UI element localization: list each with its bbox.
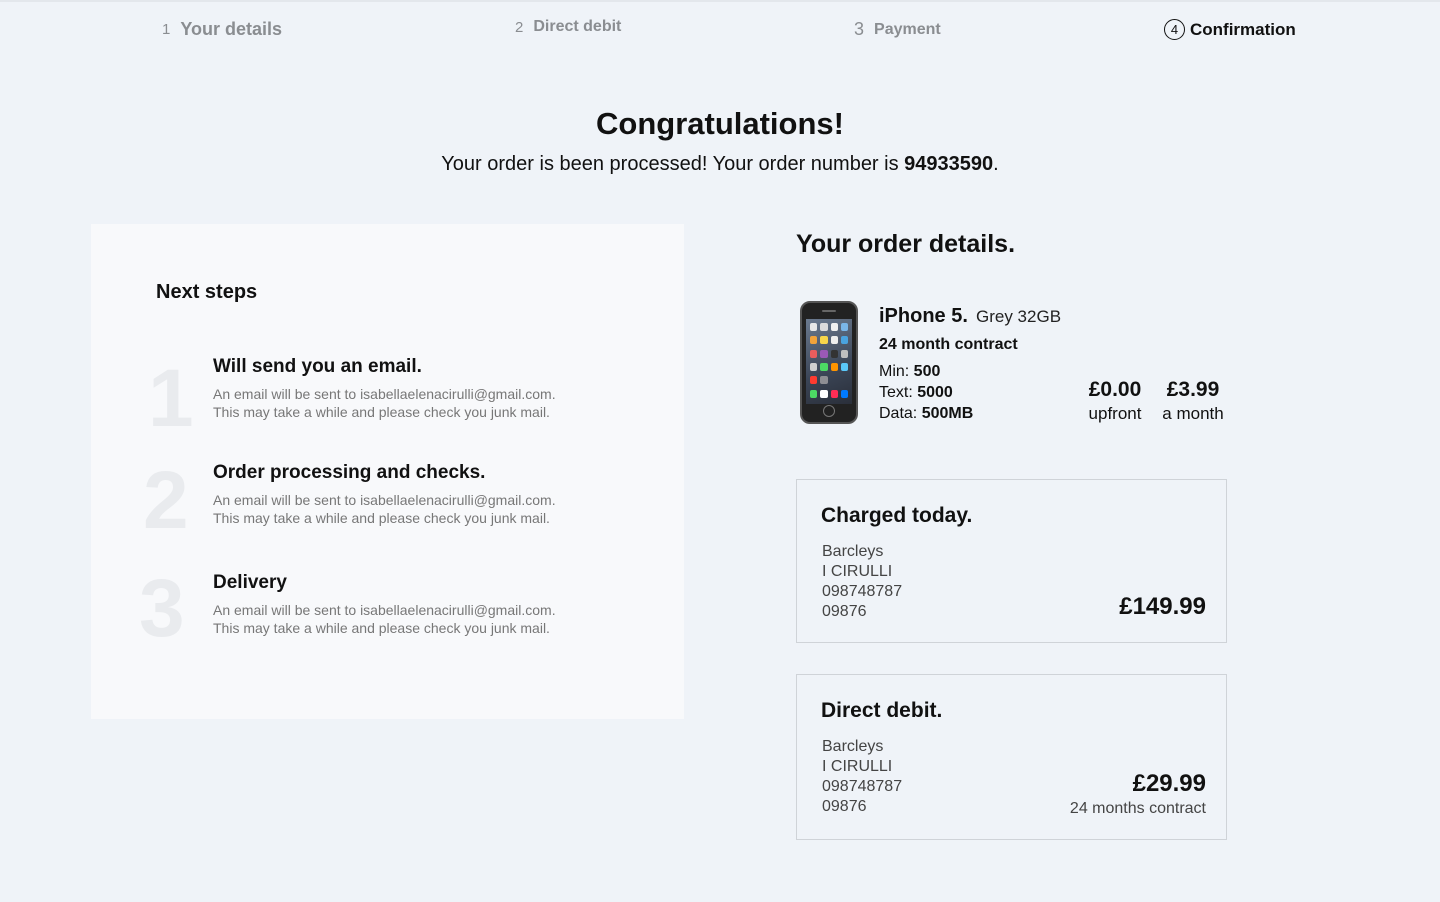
step-number: 2 xyxy=(515,18,524,36)
spec-texts: Text: 5000 xyxy=(879,384,953,402)
spec-label: Min: xyxy=(879,363,914,380)
description-line: An email will be sent to isabellaelenaci… xyxy=(213,492,556,508)
account-number: 098748787 xyxy=(822,778,903,795)
order-number: 94933590 xyxy=(904,153,994,175)
next-steps-panel: Next steps 1 Will send you an email. An … xyxy=(91,224,684,719)
direct-debit-amount: £29.99 xyxy=(1132,770,1206,797)
page-title: Congratulations! xyxy=(596,106,844,141)
charged-today-card: Charged today. Barcleys I CIRULLI 098748… xyxy=(796,479,1227,643)
description-line: This may take a while and please check y… xyxy=(213,404,550,420)
step-number-circle-icon: 4 xyxy=(1164,19,1185,40)
spec-value: 500 xyxy=(913,363,941,380)
contract-note: 24 months contract xyxy=(1069,800,1206,817)
step-label: Your details xyxy=(180,19,283,39)
next-step-heading: Order processing and checks. xyxy=(213,462,486,483)
contract-length: 24 month contract xyxy=(879,336,1018,353)
step-number-large: 2 xyxy=(143,455,189,546)
account-holder: I CIRULLI xyxy=(822,563,893,580)
step-label: Confirmation xyxy=(1190,19,1296,39)
next-step-item: 1 Will send you an email. An email will … xyxy=(91,356,684,446)
message-text: Your order is been processed! Your order… xyxy=(441,153,905,175)
price-amount: £3.99 xyxy=(1166,378,1220,401)
description-line: An email will be sent to isabellaelenaci… xyxy=(213,602,556,618)
description-line: An email will be sent to isabellaelenaci… xyxy=(213,386,556,402)
home-button-icon xyxy=(823,405,835,417)
account-number: 098748787 xyxy=(822,583,903,600)
next-step-description: An email will be sent to isabellaelenaci… xyxy=(213,491,633,527)
order-details-title: Your order details. xyxy=(796,230,1016,258)
phone-speaker xyxy=(822,310,836,312)
step-number-large: 3 xyxy=(139,563,185,654)
spec-label: Data: xyxy=(879,405,922,422)
sort-code: 09876 xyxy=(822,798,867,815)
step-label: Direct debit xyxy=(533,18,622,35)
description-line: This may take a while and please check y… xyxy=(213,510,550,526)
next-step-item: 2 Order processing and checks. An email … xyxy=(91,455,684,552)
card-title: Direct debit. xyxy=(821,699,943,722)
next-step-heading: Will send you an email. xyxy=(213,356,422,377)
top-divider xyxy=(0,0,1440,2)
next-step-heading: Delivery xyxy=(213,572,287,593)
account-holder: I CIRULLI xyxy=(822,758,893,775)
direct-debit-card: Direct debit. Barcleys I CIRULLI 0987487… xyxy=(796,674,1227,840)
spec-value: 5000 xyxy=(917,384,953,401)
product-variant: Grey 32GB xyxy=(976,307,1062,326)
price-caption: upfront xyxy=(1088,404,1142,423)
charged-amount: £149.99 xyxy=(1119,593,1206,620)
bank-name: Barcleys xyxy=(822,543,884,560)
step-your-details[interactable]: 1 Your details xyxy=(162,19,282,40)
step-number: 3 xyxy=(854,19,865,39)
price-caption: a month xyxy=(1162,404,1224,423)
next-step-description: An email will be sent to isabellaelenaci… xyxy=(213,385,633,421)
order-confirmation-message: Your order is been processed! Your order… xyxy=(0,153,1440,176)
payment-details: Barcleys I CIRULLI 098748787 09876 xyxy=(822,737,902,817)
step-number-large: 1 xyxy=(148,353,194,444)
iphone-product-image xyxy=(800,301,858,424)
spec-value: 500MB xyxy=(921,405,974,422)
phone-screen xyxy=(806,319,852,404)
price-amount: £0.00 xyxy=(1088,378,1142,401)
monthly-price: £3.99 a month xyxy=(1157,378,1229,424)
step-label: Payment xyxy=(874,20,941,38)
bank-name: Barcleys xyxy=(822,738,884,755)
next-step-item: 3 Delivery An email will be sent to isab… xyxy=(91,568,684,662)
upfront-price: £0.00 upfront xyxy=(1081,378,1149,424)
description-line: This may take a while and please check y… xyxy=(213,620,550,636)
step-direct-debit[interactable]: 2 Direct debit xyxy=(515,18,621,36)
spec-data: Data: 500MB xyxy=(879,405,973,423)
next-step-description: An email will be sent to isabellaelenaci… xyxy=(213,601,633,637)
step-confirmation[interactable]: 4 Confirmation xyxy=(1164,19,1296,40)
message-suffix: . xyxy=(993,153,999,175)
payment-details: Barcleys I CIRULLI 098748787 09876 xyxy=(822,542,902,622)
next-steps-title: Next steps xyxy=(156,281,258,303)
sort-code: 09876 xyxy=(822,603,867,620)
product-name: iPhone 5. xyxy=(879,305,968,327)
spec-label: Text: xyxy=(879,384,918,401)
step-payment[interactable]: 3 Payment xyxy=(854,19,941,40)
card-title: Charged today. xyxy=(821,504,973,527)
spec-minutes: Min: 500 xyxy=(879,363,940,381)
step-number: 1 xyxy=(162,21,171,38)
